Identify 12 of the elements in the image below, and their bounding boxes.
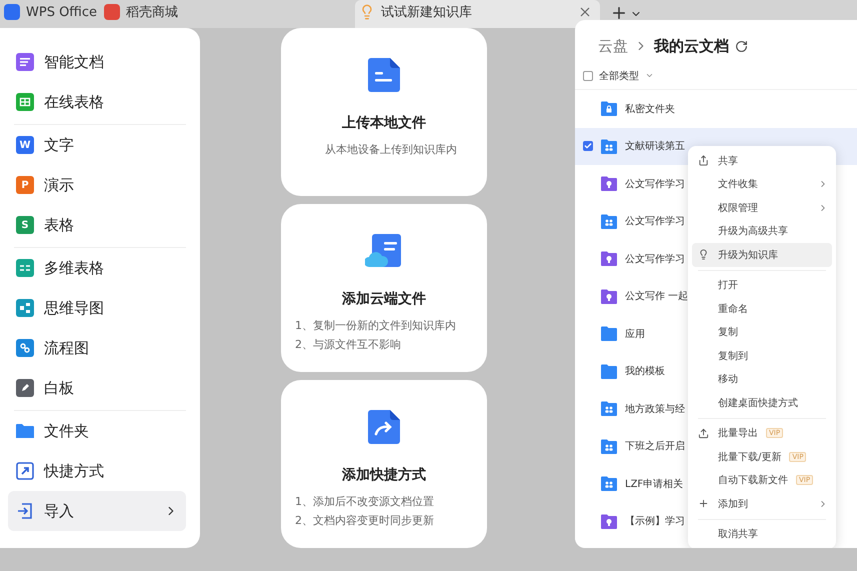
breadcrumb-current: 我的云文档 bbox=[654, 36, 729, 56]
card-description: 1、复制一份新的文件到知识库内 bbox=[294, 318, 456, 334]
card-description: 2、与源文件互不影响 bbox=[294, 337, 401, 353]
card-description: 从本地设备上传到知识库内 bbox=[324, 142, 457, 158]
app-icon: P bbox=[16, 176, 34, 194]
app-icon: S bbox=[16, 216, 34, 234]
card-title: 上传本地文件 bbox=[342, 114, 426, 132]
app-icon: W bbox=[16, 136, 34, 154]
card-description: 1、添加后不改变源文档位置 bbox=[294, 494, 434, 510]
card-description: 2、文档内容变更时同步更新 bbox=[294, 513, 434, 529]
card-title: 添加快捷方式 bbox=[342, 466, 426, 484]
card-title: 添加云端文件 bbox=[342, 290, 426, 308]
